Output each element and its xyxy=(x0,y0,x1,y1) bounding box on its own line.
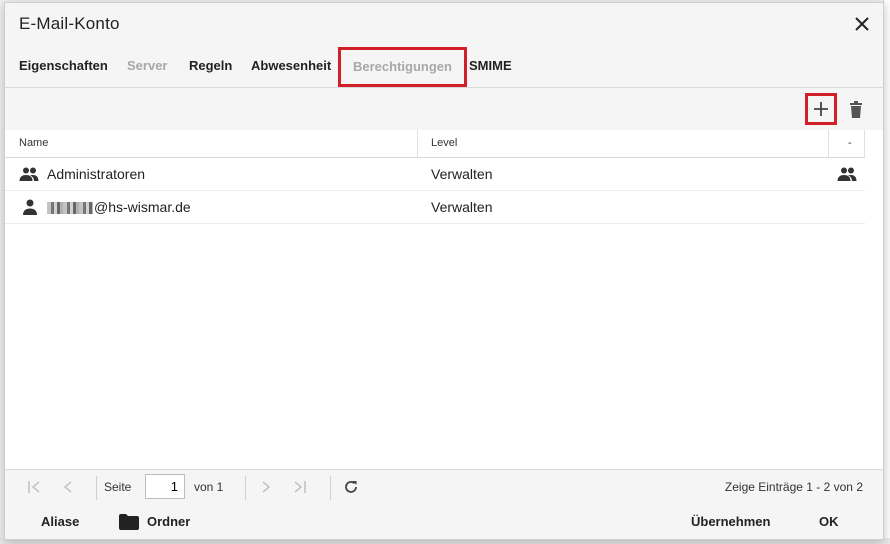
row-level: Verwalten xyxy=(431,166,493,182)
folders-label: Ordner xyxy=(147,514,191,529)
add-permission-button[interactable] xyxy=(805,93,837,125)
previous-page-button[interactable] xyxy=(59,478,77,496)
row-level: Verwalten xyxy=(431,199,493,215)
chevron-left-icon xyxy=(63,481,72,493)
column-separator xyxy=(417,130,418,157)
tab-server: Server xyxy=(127,58,168,73)
tab-abwesenheit[interactable]: Abwesenheit xyxy=(251,47,331,87)
permissions-grid: Name Level - Administratoren Verwalten @… xyxy=(5,130,883,469)
chevron-right-icon xyxy=(262,481,271,493)
permissions-toolbar xyxy=(5,87,883,131)
tab-berechtigungen[interactable]: Berechtigungen xyxy=(338,47,467,87)
group-icon xyxy=(19,167,39,181)
next-page-button[interactable] xyxy=(257,478,275,496)
folders-button[interactable]: Ordner xyxy=(119,505,190,539)
aliases-button[interactable]: Aliase xyxy=(41,505,79,539)
apply-button[interactable]: Übernehmen xyxy=(691,505,770,539)
user-icon xyxy=(23,199,37,215)
close-icon xyxy=(855,17,869,31)
folder-icon xyxy=(119,514,139,530)
row-name-domain: @hs-wismar.de xyxy=(94,199,191,215)
first-page-button[interactable] xyxy=(25,478,43,496)
first-page-icon xyxy=(28,481,40,493)
table-row[interactable]: @hs-wismar.de Verwalten xyxy=(5,191,865,224)
page-count-label: von 1 xyxy=(194,480,224,494)
grid-header: Name Level - xyxy=(5,130,865,158)
tab-smime[interactable]: SMIME xyxy=(469,47,512,87)
column-separator xyxy=(864,130,865,157)
row-name: Administratoren xyxy=(47,166,146,182)
close-button[interactable] xyxy=(851,13,873,35)
redacted-username xyxy=(47,202,93,215)
column-header-name[interactable]: Name xyxy=(19,130,48,157)
tab-eigenschaften[interactable]: Eigenschaften xyxy=(19,47,108,87)
trash-icon xyxy=(850,100,862,118)
background-app-edge xyxy=(883,0,890,544)
page-label: Seite xyxy=(104,480,132,494)
pagination-bar: Seite von 1 Zeige Einträge 1 - 2 von 2 xyxy=(5,469,883,506)
pager-separator xyxy=(245,476,246,500)
table-row[interactable]: Administratoren Verwalten xyxy=(5,158,865,191)
tab-bar: Eigenschaften Server Regeln Abwesenheit … xyxy=(5,47,883,87)
delete-permission-button[interactable] xyxy=(840,93,872,125)
last-page-icon xyxy=(294,481,306,493)
page-number-input[interactable] xyxy=(145,474,185,499)
group-icon xyxy=(837,167,857,181)
ok-button[interactable]: OK xyxy=(819,505,839,539)
refresh-button[interactable] xyxy=(342,478,360,496)
column-separator xyxy=(828,130,829,157)
email-account-dialog: E-Mail-Konto Eigenschaften Server Regeln… xyxy=(4,2,884,540)
column-header-level[interactable]: Level xyxy=(431,130,457,157)
records-summary: Zeige Einträge 1 - 2 von 2 xyxy=(724,480,863,494)
pager-separator xyxy=(330,476,331,500)
refresh-icon xyxy=(345,481,357,493)
row-name: @hs-wismar.de xyxy=(47,191,191,223)
dialog-footer: Aliase Ordner Übernehmen OK xyxy=(5,505,883,539)
column-header-type[interactable]: - xyxy=(848,130,852,157)
tab-regeln[interactable]: Regeln xyxy=(189,47,232,87)
pager-separator xyxy=(96,476,97,500)
last-page-button[interactable] xyxy=(291,478,309,496)
dialog-title: E-Mail-Konto xyxy=(19,14,120,33)
plus-icon xyxy=(814,102,828,116)
